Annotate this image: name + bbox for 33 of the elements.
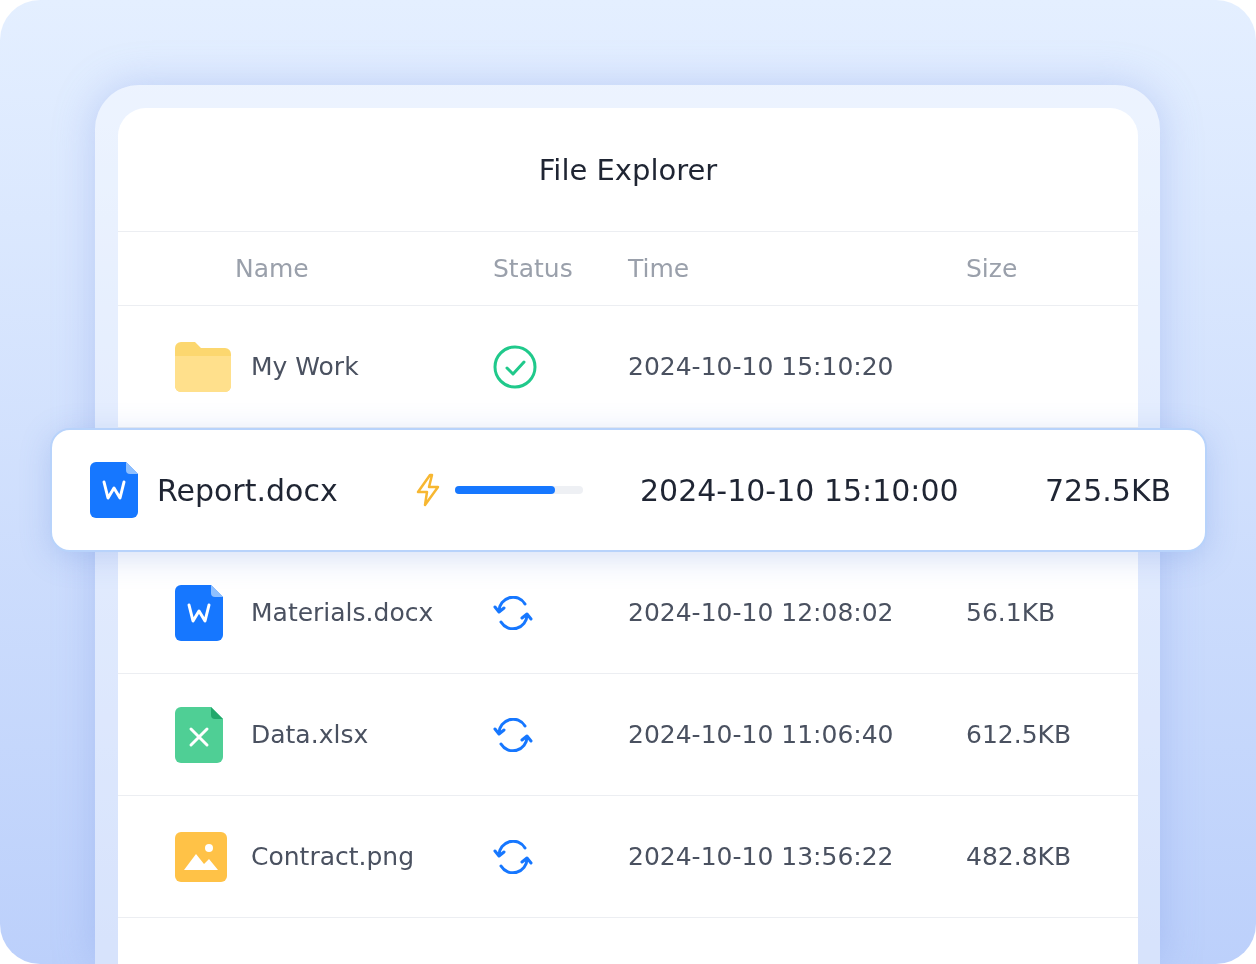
word-document-icon xyxy=(90,462,138,518)
file-name: Data.xlsx xyxy=(251,720,370,749)
column-header: Time xyxy=(628,254,691,283)
file-row[interactable]: Report.docx 2024-10-10 15:10:00 725.5KB xyxy=(50,428,1207,552)
file-name: My Work xyxy=(251,352,360,381)
window-title: File Explorer xyxy=(118,108,1138,232)
word-document-icon xyxy=(175,584,223,641)
image-file-icon xyxy=(175,831,227,882)
file-size: 482.8KB xyxy=(966,842,1073,871)
check-circle-icon xyxy=(493,344,537,389)
file-time: 2024-10-10 13:56:22 xyxy=(628,842,895,871)
sync-icon xyxy=(493,717,533,752)
folder-icon xyxy=(175,341,231,392)
file-size: 725.5KB xyxy=(1045,472,1173,508)
file-time: 2024-10-10 11:06:40 xyxy=(628,720,895,749)
column-header: Status xyxy=(493,254,574,283)
file-name: Materials.docx xyxy=(251,598,435,627)
file-row[interactable]: Data.xlsx 2024-10-10 11:06:40 612.5KB xyxy=(118,674,1138,796)
file-size: 612.5KB xyxy=(966,720,1073,749)
file-row[interactable]: Contract.png 2024-10-10 13:56:22 482.8KB xyxy=(118,796,1138,918)
file-name: Report.docx xyxy=(157,472,339,508)
file-time: 2024-10-10 15:10:20 xyxy=(628,352,895,381)
file-name: Contract.png xyxy=(251,842,416,871)
file-row[interactable]: Materials.docx 2024-10-10 12:08:02 56.1KB xyxy=(118,552,1138,674)
file-size: 56.1KB xyxy=(966,598,1057,627)
file-time: 2024-10-10 15:10:00 xyxy=(640,472,960,508)
column-header: Name xyxy=(235,254,310,283)
spreadsheet-icon xyxy=(175,706,223,763)
file-time: 2024-10-10 12:08:02 xyxy=(628,598,895,627)
column-header: Size xyxy=(966,254,1019,283)
sync-icon xyxy=(493,839,533,874)
lightning-icon xyxy=(415,473,441,507)
sync-icon xyxy=(493,595,533,630)
